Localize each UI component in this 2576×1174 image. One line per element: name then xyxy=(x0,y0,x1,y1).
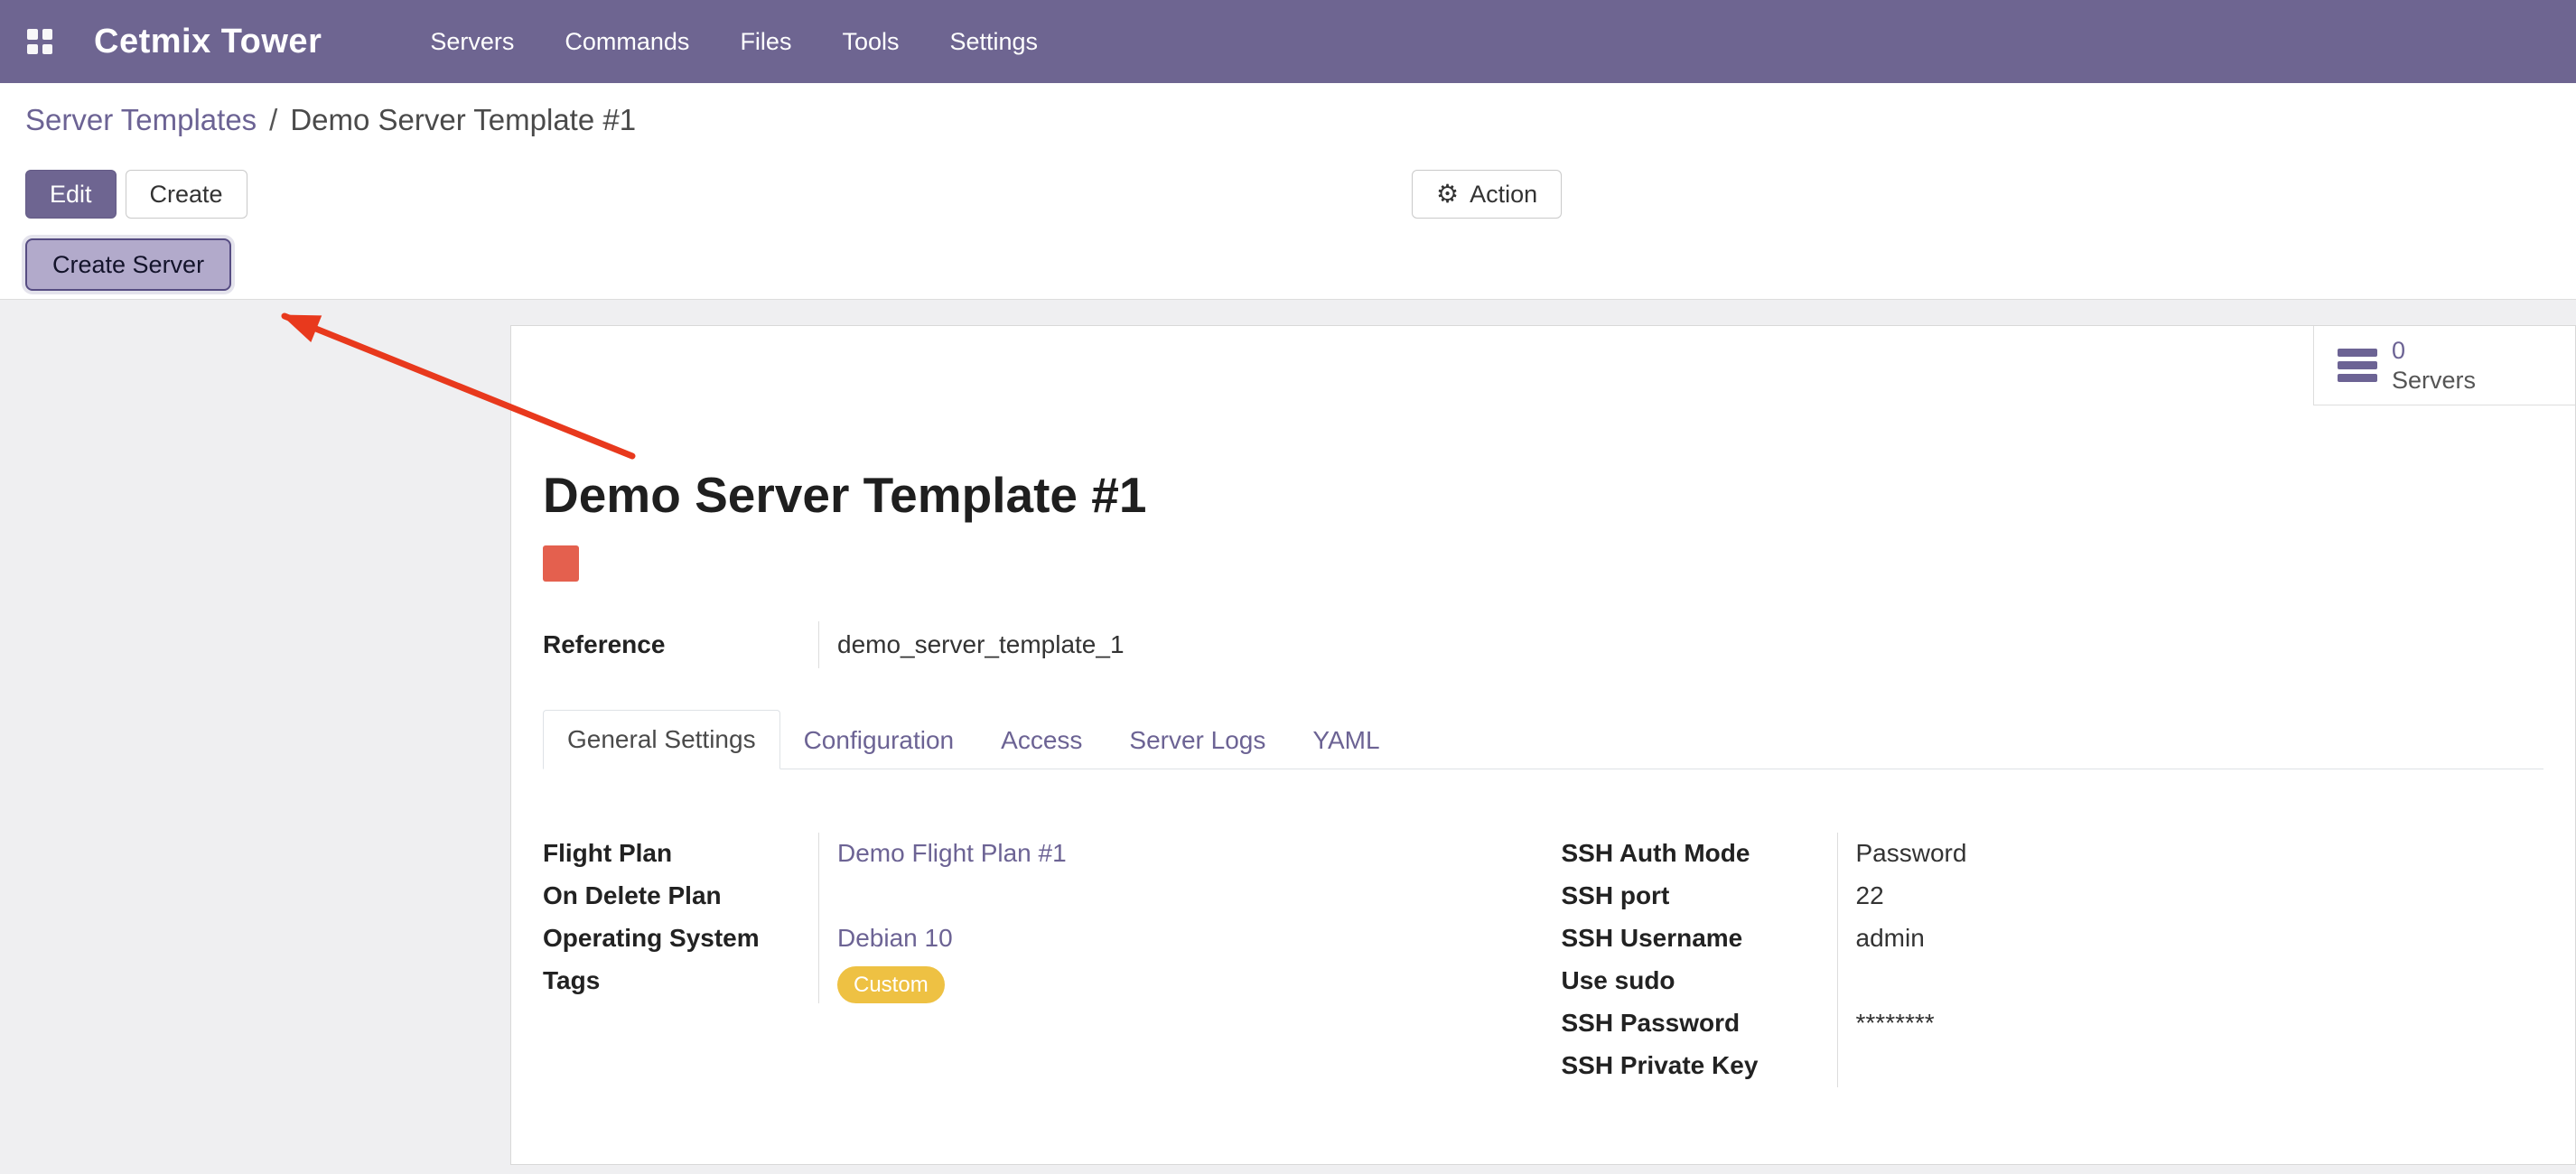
servers-stat-button[interactable]: 0 Servers xyxy=(2313,326,2575,405)
menu-item-tools[interactable]: Tools xyxy=(842,28,899,56)
field-row-flight-plan: Flight Plan Demo Flight Plan #1 xyxy=(543,833,1526,875)
field-label-use-sudo: Use sudo xyxy=(1562,960,1837,1002)
reference-value: demo_server_template_1 xyxy=(818,621,1125,668)
reference-row: Reference demo_server_template_1 xyxy=(543,621,2543,668)
field-group-right: SSH Auth Mode Password SSH port 22 SSH U… xyxy=(1562,833,2544,1087)
tab-yaml[interactable]: YAML xyxy=(1289,712,1403,769)
tab-configuration[interactable]: Configuration xyxy=(780,712,978,769)
field-row-ssh-username: SSH Username admin xyxy=(1562,918,2544,960)
field-columns: Flight Plan Demo Flight Plan #1 On Delet… xyxy=(543,833,2543,1087)
menu-item-files[interactable]: Files xyxy=(740,28,791,56)
edit-button[interactable]: Edit xyxy=(25,170,117,219)
field-label-tags: Tags xyxy=(543,960,818,1003)
field-value-operating-system: Debian 10 xyxy=(818,918,1526,960)
stat-label: Servers xyxy=(2392,366,2476,395)
menu-item-commands[interactable]: Commands xyxy=(565,28,689,56)
field-label-ssh-port: SSH port xyxy=(1562,875,1837,918)
notebook-tabs: General Settings Configuration Access Se… xyxy=(543,710,2543,769)
apps-grid-dot xyxy=(42,44,53,55)
color-swatch[interactable] xyxy=(543,545,579,582)
breadcrumb-separator: / xyxy=(269,103,277,137)
tab-general-settings[interactable]: General Settings xyxy=(543,710,780,769)
stat-text: 0 Servers xyxy=(2392,336,2476,395)
field-row-tags: Tags Custom xyxy=(543,960,1526,1003)
action-menu-label: Action xyxy=(1470,181,1537,209)
field-group-left: Flight Plan Demo Flight Plan #1 On Delet… xyxy=(543,833,1526,1087)
field-row-ssh-auth-mode: SSH Auth Mode Password xyxy=(1562,833,2544,875)
field-row-ssh-private-key: SSH Private Key xyxy=(1562,1045,2544,1087)
field-value-on-delete-plan xyxy=(818,875,1526,918)
top-navbar: Cetmix Tower Servers Commands Files Tool… xyxy=(0,0,2576,83)
field-row-operating-system: Operating System Debian 10 xyxy=(543,918,1526,960)
control-panel-buttons: Edit Create xyxy=(25,170,247,219)
breadcrumb: Server Templates / Demo Server Template … xyxy=(25,103,636,137)
app-brand[interactable]: Cetmix Tower xyxy=(94,23,322,61)
field-row-on-delete-plan: On Delete Plan xyxy=(543,875,1526,918)
main-menu: Servers Commands Files Tools Settings xyxy=(430,28,1038,56)
tag-badge-custom: Custom xyxy=(837,966,945,1003)
apps-grid-dot xyxy=(27,44,38,55)
field-row-ssh-port: SSH port 22 xyxy=(1562,875,2544,918)
server-stack-icon xyxy=(2338,349,2377,382)
field-label-ssh-auth-mode: SSH Auth Mode xyxy=(1562,833,1837,875)
apps-grid-dot xyxy=(27,29,38,40)
field-value-ssh-port: 22 xyxy=(1837,875,2544,918)
breadcrumb-parent-link[interactable]: Server Templates xyxy=(25,103,257,137)
record-title: Demo Server Template #1 xyxy=(543,466,2543,524)
field-row-ssh-password: SSH Password ******** xyxy=(1562,1002,2544,1045)
field-label-on-delete-plan: On Delete Plan xyxy=(543,875,818,918)
apps-grid-icon[interactable] xyxy=(27,29,52,54)
field-value-flight-plan: Demo Flight Plan #1 xyxy=(818,833,1526,875)
field-value-ssh-private-key xyxy=(1837,1045,2544,1087)
tab-access[interactable]: Access xyxy=(977,712,1106,769)
reference-label: Reference xyxy=(543,621,818,668)
menu-item-servers[interactable]: Servers xyxy=(430,28,514,56)
action-menu-button[interactable]: ⚙ Action xyxy=(1412,170,1562,219)
field-value-ssh-username: admin xyxy=(1837,918,2544,960)
field-value-use-sudo xyxy=(1837,960,2544,1002)
control-panel: Server Templates / Demo Server Template … xyxy=(0,83,2576,300)
stat-value: 0 xyxy=(2392,336,2476,365)
field-row-use-sudo: Use sudo xyxy=(1562,960,2544,1002)
field-label-ssh-username: SSH Username xyxy=(1562,918,1837,960)
field-value-ssh-password: ******** xyxy=(1837,1002,2544,1045)
create-button[interactable]: Create xyxy=(126,170,247,219)
flight-plan-link[interactable]: Demo Flight Plan #1 xyxy=(837,839,1067,867)
operating-system-link[interactable]: Debian 10 xyxy=(837,924,953,952)
tab-server-logs[interactable]: Server Logs xyxy=(1106,712,1289,769)
gear-icon: ⚙ xyxy=(1436,182,1459,207)
apps-grid-dot xyxy=(42,29,53,40)
field-label-operating-system: Operating System xyxy=(543,918,818,960)
create-server-button[interactable]: Create Server xyxy=(25,238,231,291)
breadcrumb-current: Demo Server Template #1 xyxy=(290,103,636,137)
field-label-ssh-password: SSH Password xyxy=(1562,1002,1837,1045)
field-label-ssh-private-key: SSH Private Key xyxy=(1562,1045,1837,1087)
field-value-ssh-auth-mode: Password xyxy=(1837,833,2544,875)
form-sheet: 0 Servers Demo Server Template #1 Refere… xyxy=(510,325,2576,1165)
field-label-flight-plan: Flight Plan xyxy=(543,833,818,875)
field-value-tags: Custom xyxy=(818,960,1526,1003)
menu-item-settings[interactable]: Settings xyxy=(949,28,1038,56)
